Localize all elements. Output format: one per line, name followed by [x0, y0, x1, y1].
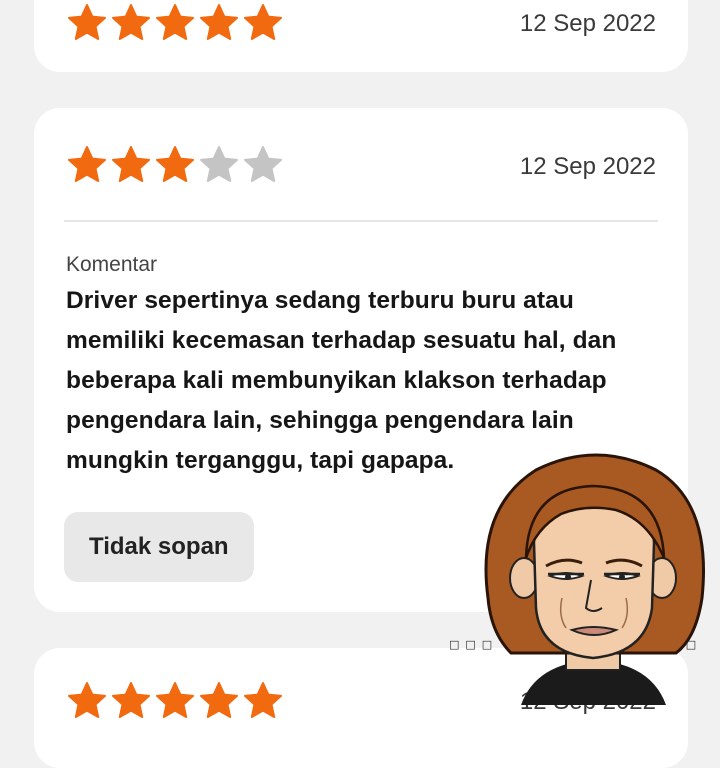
star-filled-icon: [68, 4, 106, 40]
star-rating: [66, 680, 284, 722]
review-date: 12 Sep 2022: [519, 10, 656, 37]
star-empty-icon: [200, 146, 238, 182]
star-rating: [66, 144, 284, 186]
star-empty-icon: [244, 146, 282, 182]
star-filled-icon: [112, 4, 150, 40]
star-rating: [66, 2, 284, 44]
star-filled-icon: [244, 4, 282, 40]
star-filled-icon: [112, 682, 150, 718]
review-date: 12 Sep 2022: [519, 153, 656, 180]
star-filled-icon: [156, 682, 194, 718]
divider: [64, 220, 658, 222]
star-filled-icon: [156, 146, 194, 182]
tag-chip-tidak-sopan[interactable]: Tidak sopan: [64, 512, 254, 582]
star-filled-icon: [200, 4, 238, 40]
man-face-sticker: [484, 453, 706, 705]
star-filled-icon: [156, 4, 194, 40]
star-filled-icon: [68, 146, 106, 182]
star-filled-icon: [68, 682, 106, 718]
star-filled-icon: [200, 682, 238, 718]
star-filled-icon: [112, 146, 150, 182]
star-filled-icon: [244, 682, 282, 718]
comment-label: Komentar: [66, 253, 158, 276]
review-card-1: 12 Sep 2022: [34, 0, 688, 72]
